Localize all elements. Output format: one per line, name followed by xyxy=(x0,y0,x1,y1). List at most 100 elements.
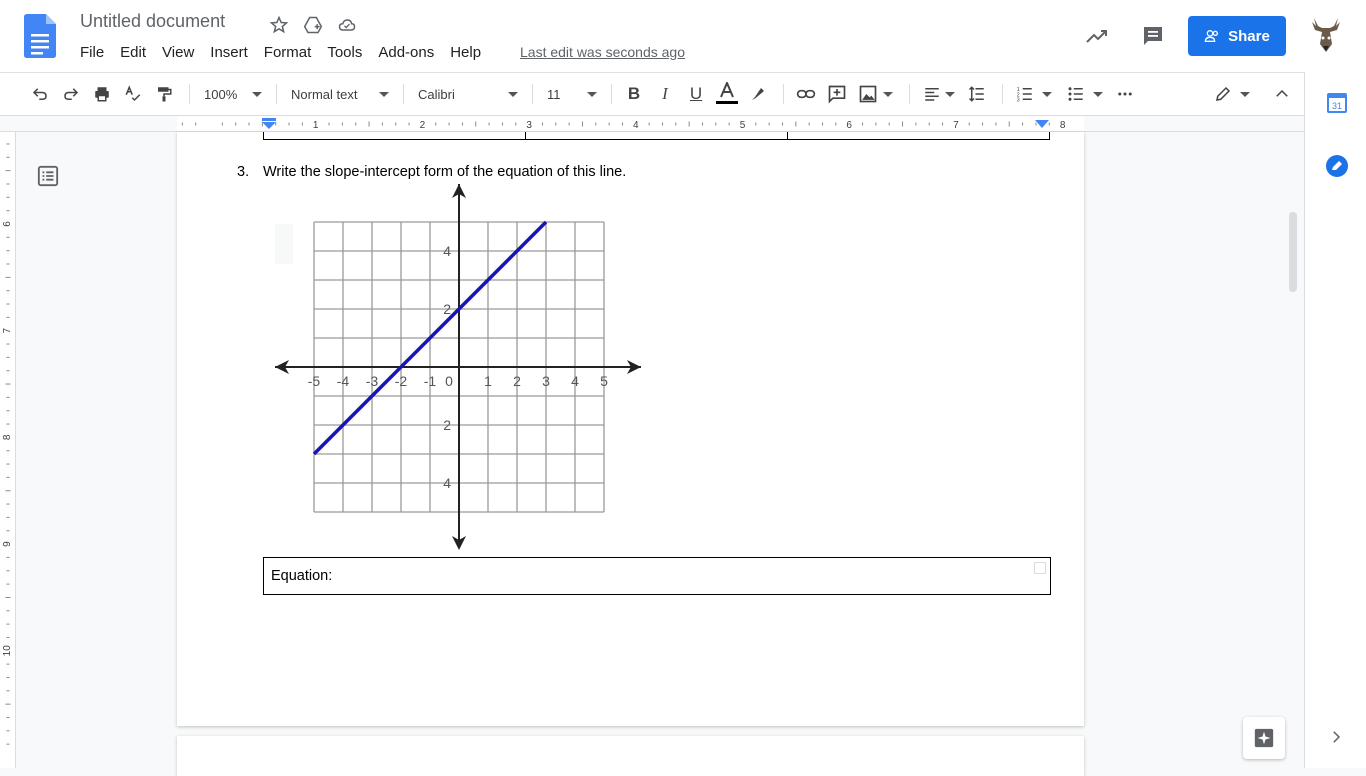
y-tick-label: 4 xyxy=(443,243,451,259)
x-tick-label: -5 xyxy=(308,373,321,389)
ruler-label: 4 xyxy=(633,120,639,131)
editing-mode-icon[interactable] xyxy=(1209,80,1237,108)
chevron-down-icon xyxy=(587,91,597,97)
font-size-select[interactable]: 11 xyxy=(541,87,603,102)
italic-icon[interactable]: I xyxy=(651,80,679,108)
menu-format[interactable]: Format xyxy=(256,42,320,63)
expand-side-panel-icon[interactable] xyxy=(1327,728,1345,746)
x-tick-label: 4 xyxy=(571,373,579,389)
top-bar: Untitled document File Edit View Insert … xyxy=(0,0,1366,72)
bulleted-list-icon[interactable] xyxy=(1062,80,1090,108)
ruler-label: 10 xyxy=(2,645,13,657)
chevron-down-icon[interactable] xyxy=(1093,91,1103,97)
menu-view[interactable]: View xyxy=(154,42,202,63)
ruler-label: 2 xyxy=(420,120,426,131)
account-avatar[interactable] xyxy=(1308,16,1344,56)
star-icon[interactable] xyxy=(268,14,290,36)
ruler-label: 8 xyxy=(2,434,13,440)
chevron-down-icon[interactable] xyxy=(945,91,955,97)
zoom-value: 100% xyxy=(204,86,238,102)
menu-edit[interactable]: Edit xyxy=(112,42,154,63)
paint-format-icon[interactable] xyxy=(150,80,178,108)
align-left-icon[interactable] xyxy=(918,80,946,108)
menu-addons[interactable]: Add-ons xyxy=(370,42,442,63)
bold-icon[interactable]: B xyxy=(620,80,648,108)
answer-table[interactable]: Equation: xyxy=(263,557,1051,595)
print-icon[interactable] xyxy=(88,80,116,108)
ruler-label: 8 xyxy=(1060,120,1066,131)
comment-history-icon[interactable] xyxy=(1141,24,1165,48)
coordinate-graph-image[interactable]: -5 -4 -3 -2 -1 0 1 2 3 4 5 4 2 2 4 xyxy=(275,184,647,554)
insert-image-icon[interactable] xyxy=(854,80,882,108)
spellcheck-icon[interactable] xyxy=(119,80,147,108)
style-value: Normal text xyxy=(291,86,358,102)
people-icon xyxy=(1204,30,1219,42)
question-text: Write the slope-intercept form of the eq… xyxy=(263,164,627,180)
chevron-down-icon xyxy=(508,91,518,97)
previous-table-bottom xyxy=(263,132,1050,140)
explore-button[interactable] xyxy=(1243,717,1285,759)
x-tick-label: 2 xyxy=(513,373,521,389)
font-select[interactable]: Calibri xyxy=(412,87,524,102)
x-tick-label: 1 xyxy=(484,373,492,389)
hide-menus-icon[interactable] xyxy=(1268,80,1296,108)
ruler-label: 9 xyxy=(2,541,13,547)
question-number: 3. xyxy=(237,164,250,180)
underline-icon[interactable]: U xyxy=(682,80,710,108)
redo-icon[interactable] xyxy=(57,80,85,108)
vertical-scrollbar[interactable] xyxy=(1289,212,1297,292)
more-icon[interactable] xyxy=(1111,80,1139,108)
docs-logo-icon[interactable] xyxy=(24,14,56,58)
activity-trend-icon[interactable] xyxy=(1085,24,1109,48)
x-tick-label: -1 xyxy=(424,373,437,389)
font-value: Calibri xyxy=(418,86,455,102)
document-page[interactable]: 3. Write the slope-intercept form of the… xyxy=(177,132,1084,726)
document-outline-icon[interactable] xyxy=(37,165,59,187)
next-page[interactable] xyxy=(177,736,1084,776)
add-comment-icon[interactable] xyxy=(823,80,851,108)
link-icon[interactable] xyxy=(792,80,820,108)
menu-help[interactable]: Help xyxy=(442,42,489,63)
ruler-marks: 1 2 3 4 5 6 7 8 xyxy=(181,120,1066,131)
x-tick-label: 0 xyxy=(445,373,453,389)
document-title[interactable]: Untitled document xyxy=(80,11,225,32)
highlight-color-icon[interactable] xyxy=(744,80,772,108)
x-tick-label: 3 xyxy=(542,373,550,389)
chevron-down-icon xyxy=(379,91,389,97)
undo-icon[interactable] xyxy=(26,80,54,108)
paragraph-style-select[interactable]: Normal text xyxy=(285,87,395,102)
chevron-down-icon[interactable] xyxy=(883,91,893,97)
svg-text:3: 3 xyxy=(1017,98,1020,104)
ruler-label: 6 xyxy=(2,221,13,227)
right-indent-marker-icon[interactable] xyxy=(1035,120,1049,130)
menu-file[interactable]: File xyxy=(72,42,112,63)
chevron-down-icon[interactable] xyxy=(1042,91,1052,97)
left-indent-marker-icon[interactable] xyxy=(262,118,276,130)
menu-insert[interactable]: Insert xyxy=(202,42,256,63)
menu-tools[interactable]: Tools xyxy=(319,42,370,63)
tasks-icon[interactable] xyxy=(1325,154,1349,178)
vertical-ruler[interactable]: 6 7 8 9 10 xyxy=(0,132,16,768)
share-button[interactable]: Share xyxy=(1188,16,1286,56)
toolbar: 100% Normal text Calibri 11 B I U 123 xyxy=(0,72,1304,116)
calendar-icon[interactable]: 31 xyxy=(1326,92,1348,114)
cell-dropdown-icon[interactable] xyxy=(1034,562,1046,574)
move-to-drive-icon[interactable] xyxy=(302,14,324,36)
side-panel: 31 xyxy=(1304,72,1366,768)
question-paragraph[interactable]: 3. Write the slope-intercept form of the… xyxy=(237,164,626,180)
line-spacing-icon[interactable] xyxy=(963,80,991,108)
numbered-list-icon[interactable]: 123 xyxy=(1011,80,1039,108)
x-tick-label: -4 xyxy=(337,373,350,389)
cloud-saved-icon[interactable] xyxy=(336,14,358,36)
ruler-label: 3 xyxy=(526,120,532,131)
svg-text:31: 31 xyxy=(1332,101,1342,111)
vertical-ruler-marks: 6 7 8 9 10 xyxy=(2,143,13,745)
horizontal-ruler[interactable]: 1 2 3 4 5 6 7 8 xyxy=(0,116,1304,132)
menu-bar: File Edit View Insert Format Tools Add-o… xyxy=(72,42,489,63)
ruler-label: 5 xyxy=(740,120,746,131)
y-tick-label: 4 xyxy=(443,475,451,491)
zoom-select[interactable]: 100% xyxy=(198,87,268,102)
chevron-down-icon[interactable] xyxy=(1240,91,1250,97)
last-edit-link[interactable]: Last edit was seconds ago xyxy=(520,44,685,60)
text-color-icon[interactable] xyxy=(713,80,741,108)
